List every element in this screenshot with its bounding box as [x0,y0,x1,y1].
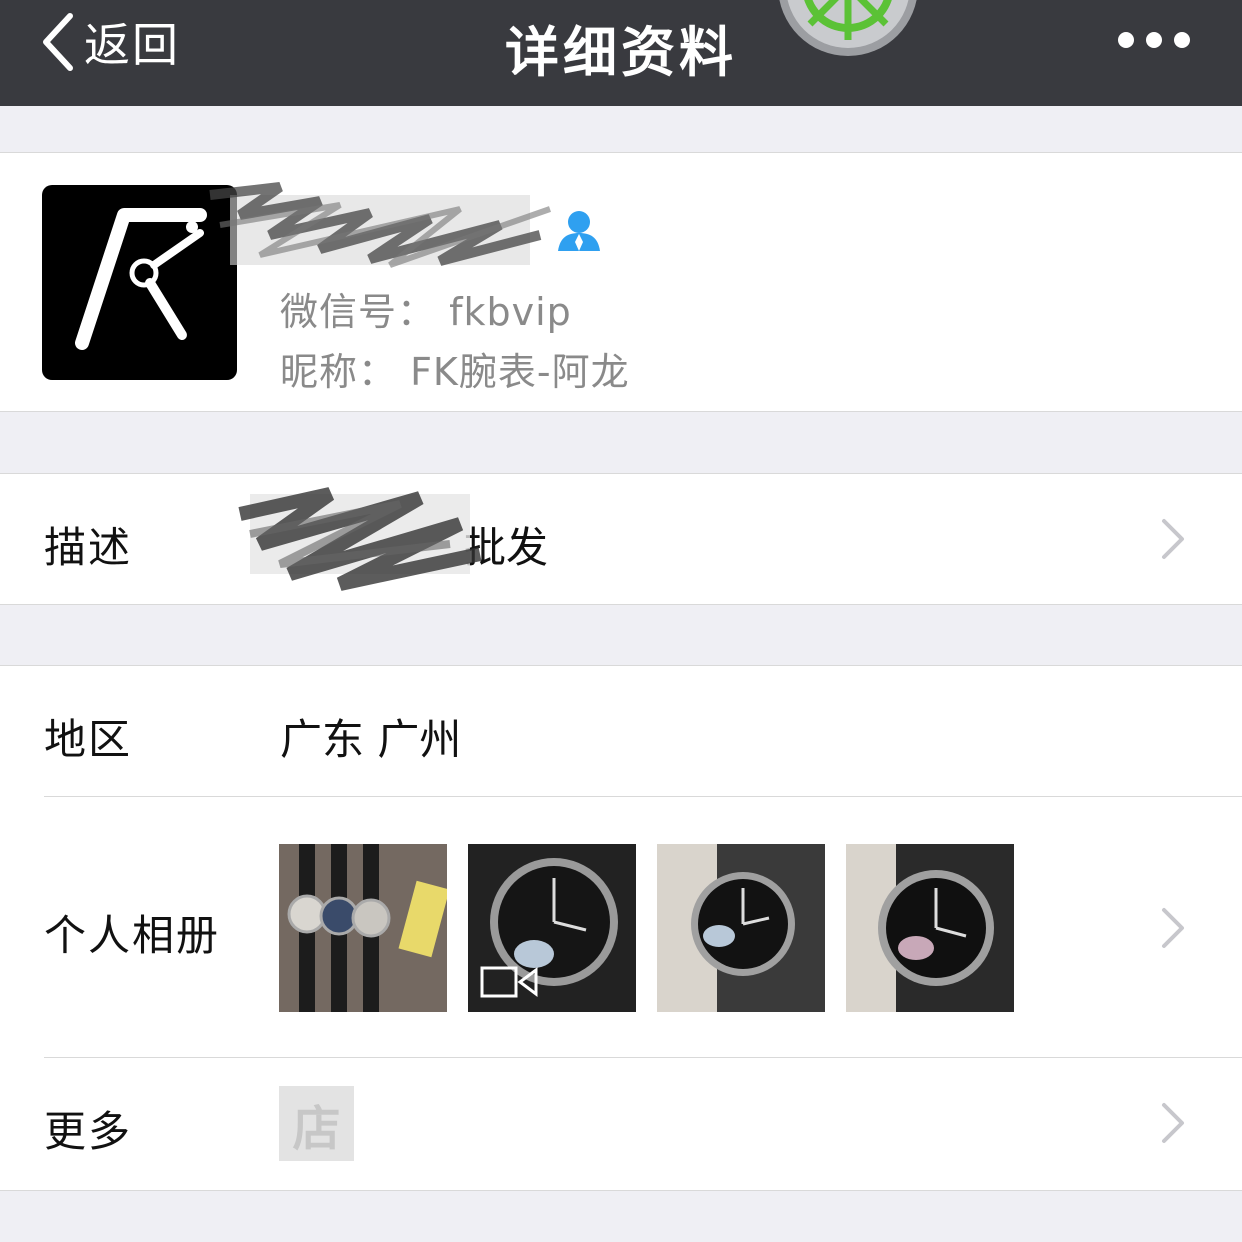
watch-hand-photo [657,844,825,1012]
dot-icon [1118,32,1134,48]
chevron-right-icon [1162,1103,1184,1143]
region-label: 地区 [44,715,133,764]
album-video[interactable] [468,844,636,1012]
redaction-scribble [209,182,551,268]
info-group: 地区 广东 广州 个人相册 更多 店 [0,665,1242,1191]
region-value: 广东 广州 [280,715,462,764]
chevron-right-icon [1162,519,1184,559]
profile-card: 微信号： fkbvip 昵称： FK腕表-阿龙 [0,152,1242,412]
more-options-button[interactable] [1118,32,1190,48]
contact-icon [558,211,600,251]
album-photo[interactable] [657,844,825,1012]
nickname: 昵称： FK腕表-阿龙 [280,350,630,394]
album-thumbnails [279,844,1014,1012]
watch-group-photo [279,844,447,1012]
description-row[interactable]: 描述 批发 [0,473,1242,605]
album-photo[interactable] [846,844,1014,1012]
watch-angle-photo [846,844,1014,1012]
chevron-right-icon [1162,908,1184,948]
more-row[interactable]: 更多 [0,1058,1242,1190]
album-photo[interactable] [279,844,447,1012]
ship-wheel-icon[interactable] [776,0,920,58]
wechat-id: 微信号： fkbvip [280,290,572,334]
video-camera-icon [480,966,538,998]
more-label: 更多 [44,1107,133,1156]
page-title: 详细资料 [505,21,737,84]
album-label: 个人相册 [44,911,221,960]
region-row: 地区 广东 广州 [0,666,1242,796]
dot-icon [1174,32,1190,48]
redaction-scribble [238,487,482,591]
navigation-bar: 返回 详细资料 [0,0,1242,106]
shop-icon[interactable]: 店 [279,1086,354,1161]
description-label: 描述 [44,523,133,572]
dot-icon [1146,32,1162,48]
